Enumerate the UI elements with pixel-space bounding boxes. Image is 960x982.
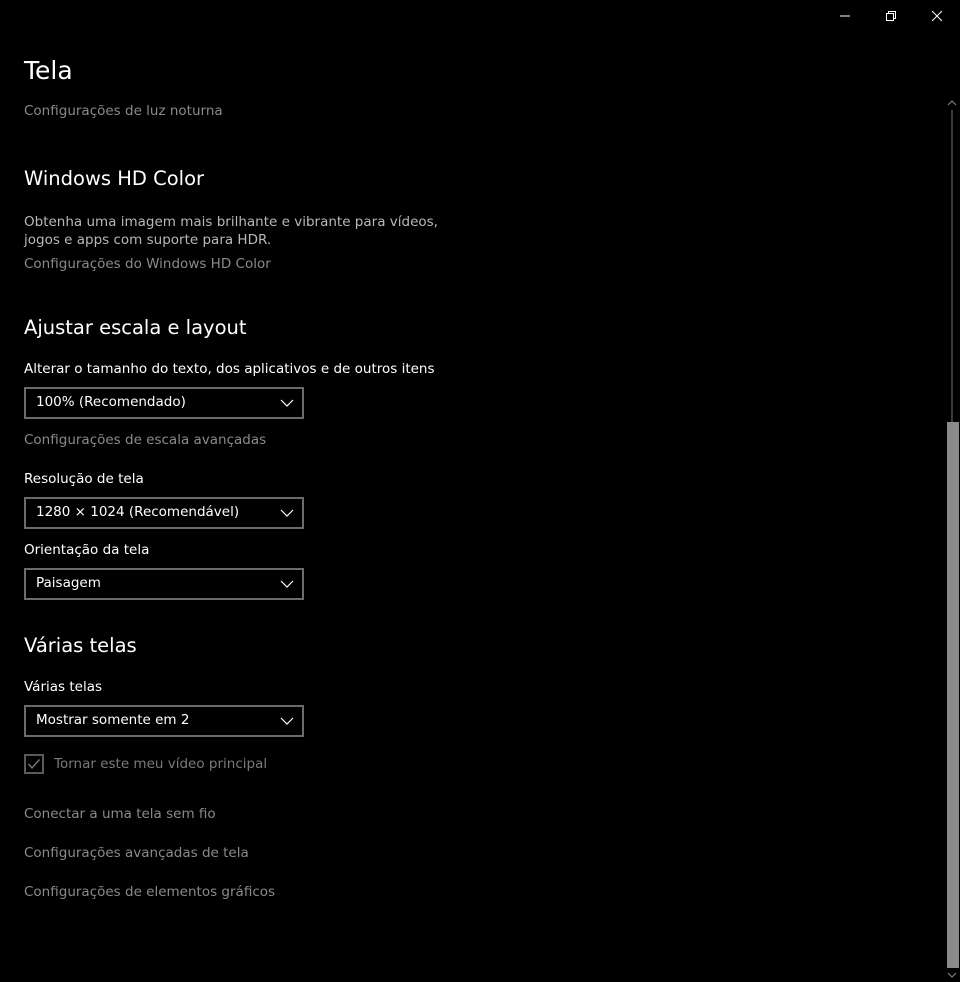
- close-icon: [931, 10, 943, 22]
- hd-color-settings-link[interactable]: Configurações do Windows HD Color: [24, 256, 271, 272]
- resolution-dropdown[interactable]: 1280 × 1024 (Recomendável): [24, 497, 304, 529]
- settings-window: Tela Configurações de luz noturna Window…: [0, 0, 960, 982]
- chevron-down-icon: [280, 580, 294, 588]
- multiple-displays-dropdown[interactable]: Mostrar somente em 2: [24, 705, 304, 737]
- multiple-displays-section-title: Várias telas: [24, 634, 137, 657]
- chevron-down-icon: [280, 509, 294, 517]
- chevron-down-icon: [280, 717, 294, 725]
- close-button[interactable]: [914, 0, 960, 32]
- orientation-dropdown-value: Paisagem: [36, 575, 101, 591]
- chevron-up-icon: [947, 100, 957, 106]
- main-display-checkbox-row[interactable]: Tornar este meu vídeo principal: [24, 753, 267, 775]
- chevron-down-icon: [947, 972, 957, 978]
- resolution-dropdown-value: 1280 × 1024 (Recomendável): [36, 504, 240, 520]
- scroll-track-upper[interactable]: [951, 110, 953, 422]
- scroll-thumb[interactable]: [947, 422, 959, 968]
- night-light-settings-link[interactable]: Configurações de luz noturna: [24, 103, 223, 119]
- advanced-scaling-link[interactable]: Configurações de escala avançadas: [24, 432, 266, 448]
- vertical-scrollbar[interactable]: [944, 96, 960, 982]
- minimize-icon: [840, 15, 850, 17]
- wireless-display-link[interactable]: Conectar a uma tela sem fio: [24, 806, 216, 822]
- main-display-checkbox[interactable]: [24, 754, 44, 774]
- restore-button[interactable]: [868, 0, 914, 32]
- resolution-label: Resolução de tela: [24, 471, 144, 487]
- scroll-down-button[interactable]: [944, 968, 960, 982]
- main-display-checkbox-label: Tornar este meu vídeo principal: [54, 756, 268, 772]
- scale-layout-section-title: Ajustar escala e layout: [24, 316, 247, 339]
- multiple-displays-dropdown-value: Mostrar somente em 2: [36, 712, 190, 728]
- restore-icon: [886, 11, 896, 21]
- advanced-display-settings-link[interactable]: Configurações avançadas de tela: [24, 845, 249, 861]
- scale-dropdown[interactable]: 100% (Recomendado): [24, 387, 304, 419]
- hd-color-section-title: Windows HD Color: [24, 167, 205, 190]
- chevron-down-icon: [280, 399, 294, 407]
- page-title: Tela: [24, 56, 73, 85]
- title-bar-controls: [822, 0, 960, 32]
- checkmark-icon: [27, 759, 41, 770]
- scroll-up-button[interactable]: [944, 96, 960, 110]
- scale-label: Alterar o tamanho do texto, dos aplicati…: [24, 361, 435, 377]
- multiple-displays-label: Várias telas: [24, 679, 103, 695]
- graphics-settings-link[interactable]: Configurações de elementos gráficos: [24, 884, 275, 900]
- orientation-dropdown[interactable]: Paisagem: [24, 568, 304, 600]
- orientation-label: Orientação da tela: [24, 542, 150, 558]
- minimize-button[interactable]: [822, 0, 868, 32]
- hd-color-description: Obtenha uma imagem mais brilhante e vibr…: [24, 214, 438, 248]
- scale-dropdown-value: 100% (Recomendado): [36, 394, 186, 410]
